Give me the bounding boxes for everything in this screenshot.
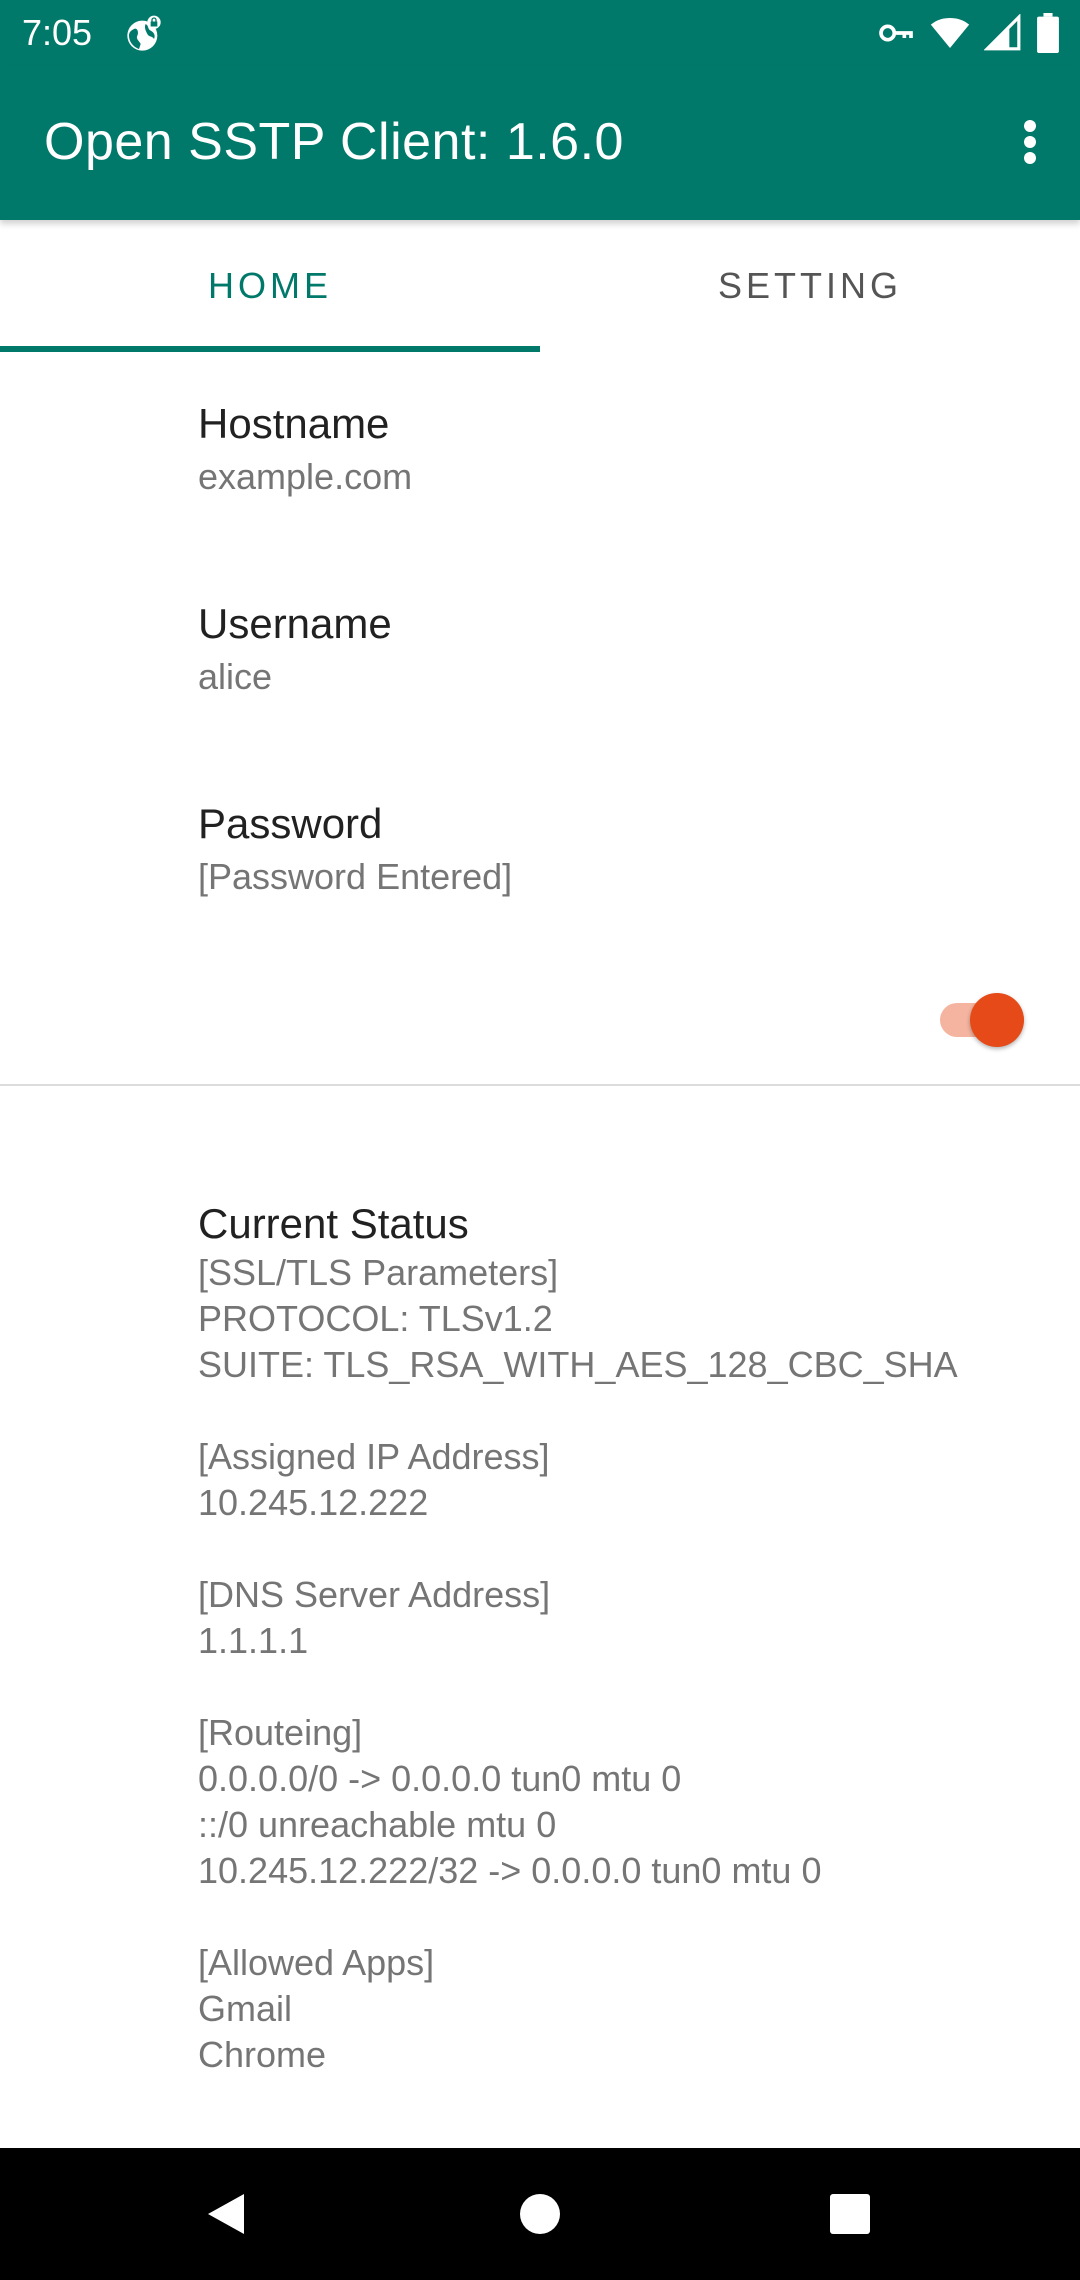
password-value: [Password Entered] [198,856,513,897]
allowed-apps-block: [Allowed Apps] Gmail Chrome [198,1940,1058,2078]
status-line: 0.0.0.0/0 -> 0.0.0.0 tun0 mtu 0 [198,1758,682,1799]
hostname-title: Hostname [198,400,390,447]
divider [0,1084,1080,1086]
routing-block: [Routeing] 0.0.0.0/0 -> 0.0.0.0 tun0 mtu… [198,1710,1058,1894]
hostname-value: example.com [198,456,413,497]
status-line: [Assigned IP Address] [198,1436,550,1477]
tab-setting-label: SETTING [717,265,902,306]
wifi-icon [930,13,970,53]
home-icon [520,2194,560,2234]
ssl-tls-block: [SSL/TLS Parameters] PROTOCOL: TLSv1.2 S… [198,1250,1058,1388]
status-line: PROTOCOL: TLSv1.2 [198,1298,553,1339]
status-line: 1.1.1.1 [198,1620,309,1661]
status-line: 10.245.12.222 [198,1482,429,1523]
vpn-globe-icon [124,14,164,54]
password-preference[interactable]: Password [Password Entered] [198,798,512,900]
vpn-key-icon [876,13,916,53]
tab-bar: HOME SETTING [0,220,1080,352]
status-line: Gmail [198,1988,293,2029]
dns-server-block: [DNS Server Address] 1.1.1.1 [198,1572,1058,1664]
tab-home[interactable]: HOME [0,220,540,352]
more-vert-icon [1024,120,1036,164]
app-title: Open SSTP Client: 1.6.0 [44,113,624,171]
status-line: Chrome [198,2034,327,2075]
status-bar: 7:05 [0,0,1080,66]
tab-indicator [0,346,540,352]
more-options-button[interactable] [1000,106,1060,178]
username-preference[interactable]: Username alice [198,598,392,700]
battery-icon [1036,13,1060,53]
cell-signal-icon [984,14,1022,52]
back-icon [208,2194,244,2234]
status-line: [SSL/TLS Parameters] [198,1252,559,1293]
navigation-bar [0,2148,1080,2280]
status-line: 10.245.12.222/32 -> 0.0.0.0 tun0 mtu 0 [198,1850,822,1891]
home-button[interactable] [504,2178,576,2250]
status-line: SUITE: TLS_RSA_WITH_AES_128_CBC_SHA [198,1344,958,1385]
switch-thumb [970,993,1024,1047]
username-value: alice [198,656,273,697]
back-button[interactable] [190,2178,262,2250]
password-title: Password [198,800,383,847]
status-line: [DNS Server Address] [198,1574,551,1615]
status-line: ::/0 unreachable mtu 0 [198,1804,557,1845]
app-bar: Open SSTP Client: 1.6.0 [0,66,1080,220]
screen: 7:05 Open SSTP Client: 1.6.0 HOME SETTIN… [0,0,1080,2280]
status-time: 7:05 [22,12,93,53]
username-title: Username [198,600,392,647]
recents-button[interactable] [814,2178,886,2250]
current-status-title: Current Status [198,1200,469,1247]
hostname-preference[interactable]: Hostname example.com [198,398,412,500]
recents-icon [830,2194,870,2234]
assigned-ip-block: [Assigned IP Address] 10.245.12.222 [198,1434,1058,1526]
status-line: [Routeing] [198,1712,363,1753]
current-status: Current Status [SSL/TLS Parameters] PROT… [198,1198,1058,2078]
status-line: [Allowed Apps] [198,1942,435,1983]
tab-setting[interactable]: SETTING [540,220,1080,352]
status-icons [876,12,1060,54]
connect-switch[interactable] [934,993,1030,1047]
tab-home-label: HOME [208,265,332,306]
